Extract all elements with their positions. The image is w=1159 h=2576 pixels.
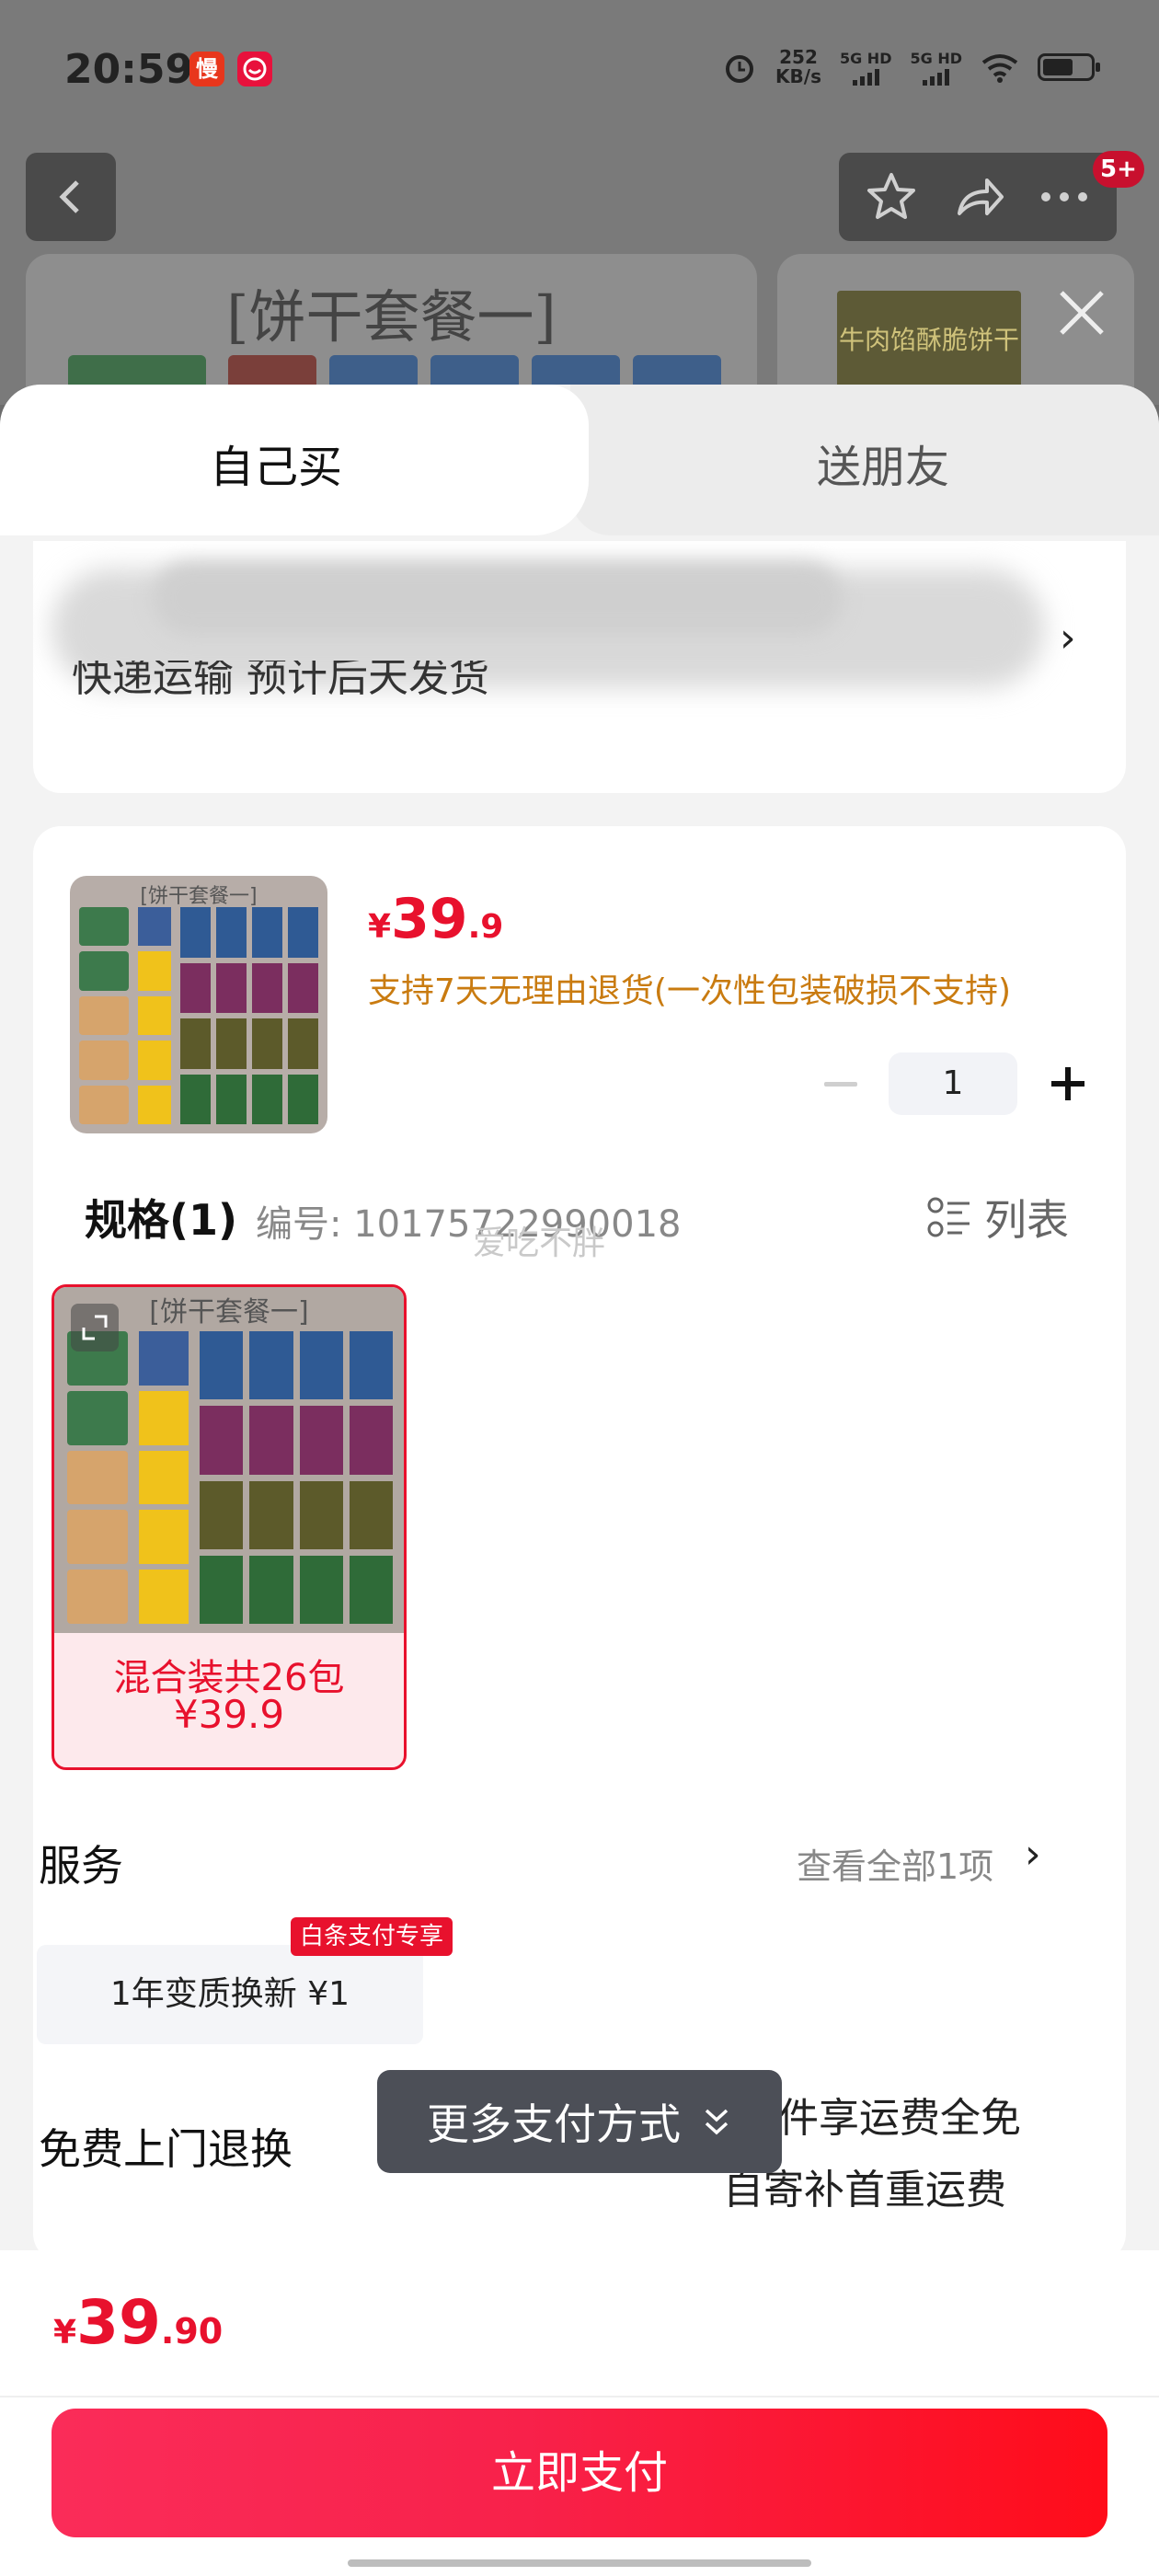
app-notification-icon: 慢 bbox=[189, 52, 224, 86]
service-badge: 白条支付专享 bbox=[291, 1917, 453, 1956]
network-speed: 252 KB/s bbox=[775, 46, 821, 87]
shipping-info: 快递运输 预计后天发货 bbox=[33, 661, 1126, 793]
list-view-toggle[interactable]: 列表 bbox=[927, 1187, 1069, 1248]
thumbnail-caption: [饼干套餐一] bbox=[140, 885, 258, 908]
quantity-value[interactable]: 1 bbox=[889, 1052, 1017, 1115]
purchase-sheet: 送朋友 自己买 › 快递运输 预计后天发货 [饼干套餐一] ¥39.9 支持7天… bbox=[0, 385, 1159, 2576]
pay-now-button[interactable]: 立即支付 bbox=[52, 2409, 1107, 2537]
more-icon[interactable] bbox=[1037, 188, 1092, 206]
service-view-all[interactable]: 查看全部1项 bbox=[797, 1838, 993, 1889]
footer-divider bbox=[0, 2396, 1159, 2398]
chevron-right-icon: › bbox=[1060, 615, 1076, 661]
free-return-note-1: 件享运费全免 bbox=[778, 2095, 1021, 2142]
quantity-decrease-button[interactable] bbox=[811, 1056, 866, 1111]
background-page: 20:59 慢 252 KB/s 5G HD 5G HD 5+ [饼干套餐一] 牛… bbox=[0, 0, 1159, 438]
tab-buy-self[interactable]: 自己买 bbox=[0, 385, 589, 535]
checkout-footer: ¥39.90 立即支付 bbox=[0, 2250, 1159, 2576]
return-policy: 支持7天无理由退货(一次性包装破损不支持) bbox=[368, 972, 1011, 1010]
share-icon[interactable] bbox=[950, 169, 1005, 224]
wifi-icon bbox=[981, 54, 1018, 83]
quantity-stepper: 1 bbox=[811, 1052, 1095, 1115]
notification-badge: 5+ bbox=[1093, 151, 1144, 188]
address-redacted-2 bbox=[153, 561, 843, 635]
total-price: ¥39.90 bbox=[53, 2287, 224, 2358]
spec-code: 编号: 10175722990018 bbox=[256, 1203, 682, 1246]
spec-option-selected[interactable]: [饼干套餐一] 混合装共26包 ¥39.9 bbox=[52, 1284, 407, 1770]
chevron-left-icon bbox=[59, 180, 79, 213]
service-option[interactable]: 1年变质换新 ¥1 bbox=[37, 1945, 423, 2044]
list-icon bbox=[927, 1197, 970, 1237]
status-icons: 252 KB/s 5G HD 5G HD bbox=[722, 46, 1100, 87]
close-icon[interactable] bbox=[1056, 287, 1107, 339]
alarm-icon bbox=[726, 55, 754, 83]
product-price: ¥39.9 bbox=[368, 887, 504, 951]
star-icon[interactable] bbox=[864, 169, 919, 224]
shipping-text: 快递运输 预计后天发货 bbox=[72, 661, 489, 701]
product-thumbnail[interactable]: [饼干套餐一] bbox=[70, 876, 327, 1133]
quantity-increase-button[interactable] bbox=[1039, 1056, 1095, 1111]
tab-buy-self-label: 自己买 bbox=[210, 442, 343, 493]
battery-icon bbox=[1038, 53, 1100, 81]
background-card-title: [饼干套餐一] bbox=[226, 283, 557, 351]
signal-icon-1: 5G HD bbox=[840, 50, 891, 86]
more-payment-label: 更多支付方式 bbox=[427, 2099, 681, 2149]
chevron-right-icon: › bbox=[1025, 1831, 1041, 1878]
free-return-title: 免费上门退换 bbox=[39, 2124, 293, 2174]
chevron-double-down-icon bbox=[705, 2109, 729, 2135]
expand-icon[interactable] bbox=[71, 1304, 119, 1351]
spec-title: 规格(1) bbox=[85, 1195, 238, 1245]
spec-option-image: [饼干套餐一] bbox=[54, 1287, 404, 1633]
status-bar: 20:59 慢 252 KB/s 5G HD 5G HD bbox=[0, 0, 1159, 138]
spec-option-price: ¥39.9 bbox=[173, 1692, 285, 1737]
top-toolbar bbox=[839, 153, 1117, 241]
service-title: 服务 bbox=[39, 1841, 123, 1891]
more-payment-button[interactable]: 更多支付方式 bbox=[377, 2070, 782, 2173]
back-button[interactable] bbox=[26, 153, 116, 241]
tab-gift-friend[interactable]: 送朋友 bbox=[817, 431, 949, 495]
app-notification-icon-2 bbox=[237, 52, 272, 86]
watermark: 爱吃不胖 bbox=[473, 1225, 606, 1262]
list-view-label: 列表 bbox=[984, 1195, 1069, 1245]
status-time: 20:59 bbox=[64, 46, 194, 93]
signal-icon-2: 5G HD bbox=[910, 50, 962, 86]
home-indicator[interactable] bbox=[348, 2559, 811, 2567]
